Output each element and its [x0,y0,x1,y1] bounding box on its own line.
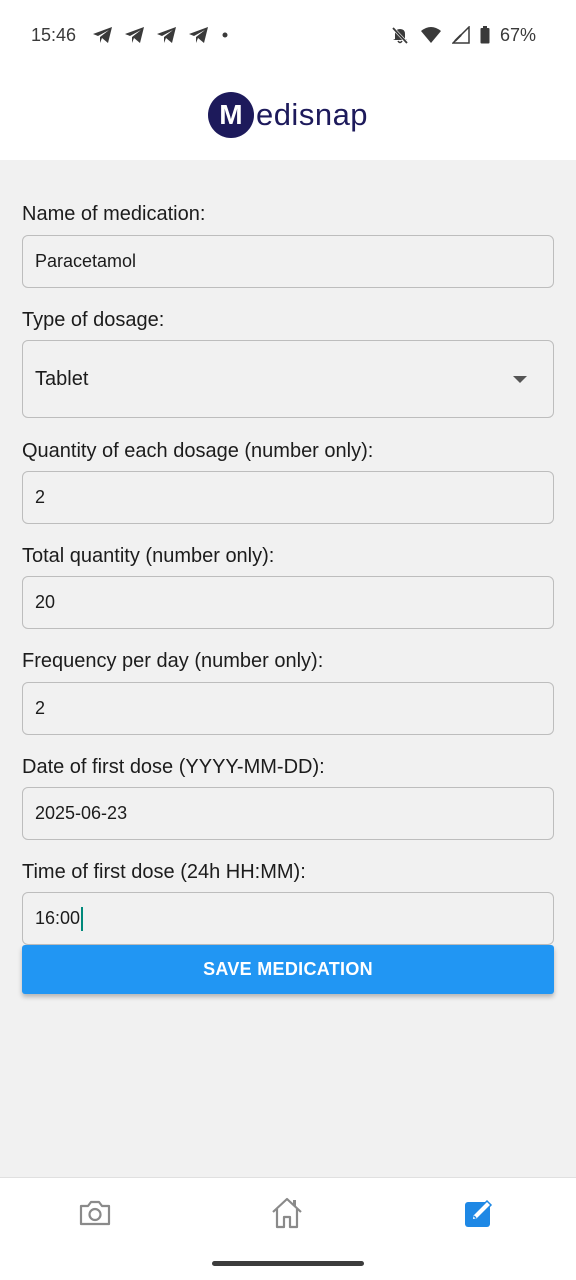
status-right: 67% [390,25,536,46]
status-time: 15:46 [31,24,77,45]
telegram-icon [189,27,209,43]
logo-badge: M [207,92,254,138]
quantity-each-label: Quantity of each dosage (number only): [22,440,374,462]
name-label: Name of medication: [22,203,206,225]
telegram-icon [125,27,145,43]
text-cursor [81,906,84,931]
name-input[interactable]: Paracetamol [22,235,554,288]
home-indicator[interactable] [212,1261,364,1266]
dosage-type-value: Tablet [35,367,89,390]
first-date-label: Date of first dose (YYYY-MM-DD): [22,756,325,778]
edit-icon [465,1199,493,1227]
first-date-input[interactable]: 2025-06-23 [22,787,554,840]
camera-icon [79,1200,111,1226]
battery-icon [480,26,490,44]
total-quantity-value: 20 [35,592,56,612]
first-date-value: 2025-06-23 [35,803,128,823]
total-quantity-input[interactable]: 20 [22,576,554,629]
signal-icon [451,26,470,44]
first-time-value: 16:00 [35,908,81,928]
save-medication-button[interactable]: SAVE MEDICATION [22,945,554,994]
dosage-type-label: Type of dosage: [22,309,165,331]
nav-home[interactable] [262,1188,312,1238]
battery-percent: 67% [499,24,536,45]
status-left: 15:46 [31,25,230,46]
first-time-label: Time of first dose (24h HH:MM): [22,861,306,883]
first-time-input[interactable]: 16:00 [22,892,554,945]
frequency-value: 2 [35,698,46,718]
frequency-input[interactable]: 2 [22,682,554,735]
wifi-icon [420,27,441,43]
nav-edit[interactable] [454,1188,504,1238]
quantity-each-input[interactable]: 2 [22,471,554,524]
status-bar: 15:46 67% [0,0,576,70]
dosage-type-select[interactable]: Tablet [22,340,554,418]
app-logo: M edisnap [207,92,369,138]
frequency-label: Frequency per day (number only): [22,650,324,672]
telegram-icon [157,27,177,43]
nav-camera[interactable] [70,1188,120,1238]
telegram-icon [93,27,113,43]
logo-text: edisnap [255,97,369,132]
total-quantity-label: Total quantity (number only): [22,545,275,567]
app-header: M edisnap [0,70,576,160]
mute-icon [391,26,409,45]
name-input-value: Paracetamol [35,251,137,271]
dropdown-arrow-icon [513,375,527,383]
logo-letter: M [219,99,243,130]
quantity-each-value: 2 [35,487,46,507]
home-icon [272,1197,302,1229]
dot-icon [222,32,228,38]
